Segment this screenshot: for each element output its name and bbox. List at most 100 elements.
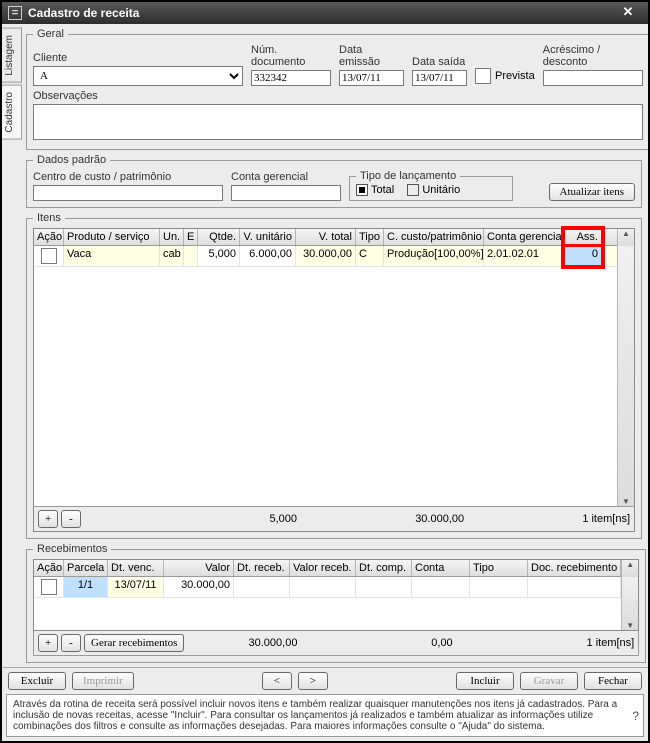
col-produto[interactable]: Produto / serviço (64, 229, 160, 245)
legend-receb: Recebimentos (33, 543, 111, 555)
add-item-button[interactable]: + (38, 510, 58, 528)
cliente-select[interactable]: A (33, 66, 243, 86)
remove-item-button[interactable]: - (61, 510, 81, 528)
col-ass[interactable]: Ass. (564, 229, 602, 245)
gravar-button[interactable]: Gravar (520, 672, 578, 690)
saida-input[interactable] (412, 70, 467, 86)
remove-receb-button[interactable]: - (61, 634, 81, 652)
close-icon[interactable]: ✕ (614, 5, 642, 21)
rcol-valor[interactable]: Valor (164, 560, 234, 576)
help-icon[interactable]: ? (632, 709, 639, 723)
cell-produto[interactable]: Vaca (64, 246, 160, 266)
cell-qtde[interactable]: 5,000 (198, 246, 240, 266)
label-saida: Data saída (412, 56, 467, 68)
sum-qtde: 5,000 (247, 513, 297, 525)
excluir-button[interactable]: Excluir (8, 672, 66, 690)
sum-total: 30.000,00 (300, 513, 579, 525)
centro-input[interactable] (33, 185, 223, 201)
rcol-tipo[interactable]: Tipo (470, 560, 528, 576)
help-text: Através da rotina de receita será possív… (13, 699, 617, 732)
rcell-parcela[interactable]: 1/1 (64, 577, 108, 597)
receb-sum-total: 30.000,00 (187, 637, 297, 649)
group-dados: Dados padrão Centro de custo / patrimôni… (26, 154, 642, 208)
window-title: Cadastro de receita (28, 6, 139, 20)
tab-cadastro[interactable]: Cadastro (2, 85, 22, 140)
itens-grid: Ação Produto / serviço Un. E Qtde. V. un… (33, 228, 635, 532)
col-tipo[interactable]: Tipo (356, 229, 384, 245)
imprimir-button[interactable]: Imprimir (72, 672, 134, 690)
window: = Cadastro de receita ✕ Listagem Cadastr… (0, 0, 650, 743)
titlebar[interactable]: = Cadastro de receita ✕ (2, 2, 648, 24)
cell-ass[interactable]: 0 (564, 246, 602, 266)
numdoc-input[interactable] (251, 70, 331, 86)
help-panel: Através da rotina de receita será possív… (6, 694, 644, 737)
col-acao[interactable]: Ação (34, 229, 64, 245)
next-button[interactable]: > (298, 672, 328, 690)
col-vtotal[interactable]: V. total (296, 229, 356, 245)
cell-e (184, 246, 198, 266)
label-obs: Observações (33, 90, 643, 102)
itens-scrollbar[interactable]: ▼ (617, 246, 634, 506)
radio-unitario[interactable]: Unitário (407, 184, 460, 196)
label-prevista: Prevista (495, 70, 535, 82)
col-ccusto[interactable]: C. custo/patrimônio (384, 229, 484, 245)
cell-vtotal: 30.000,00 (296, 246, 356, 266)
prevista-checkbox[interactable] (475, 68, 491, 84)
col-un[interactable]: Un. (160, 229, 184, 245)
acrescimo-input[interactable] (543, 70, 643, 86)
group-itens: Itens Ação Produto / serviço Un. E Qtde.… (26, 212, 642, 539)
label-centro: Centro de custo / patrimônio (33, 171, 223, 183)
rcol-dtcomp[interactable]: Dt. comp. (356, 560, 412, 576)
legend-itens: Itens (33, 212, 65, 224)
legend-dados: Dados padrão (33, 154, 110, 166)
rcol-dtvenc[interactable]: Dt. venc. (108, 560, 164, 576)
scroll-up-icon[interactable]: ▲ (617, 229, 634, 246)
col-qtde[interactable]: Qtde. (198, 229, 240, 245)
rcol-conta[interactable]: Conta (412, 560, 470, 576)
cell-cgerencial[interactable]: 2.01.02.01 (484, 246, 564, 266)
emissao-input[interactable] (339, 70, 404, 86)
col-e[interactable]: E (184, 229, 198, 245)
system-menu-icon[interactable]: = (8, 6, 22, 20)
cell-un: cab (160, 246, 184, 266)
group-geral: Geral Cliente A Núm. documento Data emis… (26, 28, 648, 150)
rcol-docreceb[interactable]: Doc. recebimento (528, 560, 621, 576)
obs-textarea[interactable] (33, 104, 643, 140)
receb-count: 1 item[ns] (587, 637, 635, 649)
legend-geral: Geral (33, 28, 68, 40)
rcol-dtreceb[interactable]: Dt. receb. (234, 560, 290, 576)
receb-row[interactable]: 1/1 13/07/11 30.000,00 (34, 577, 621, 598)
cgerencial-input[interactable] (231, 185, 341, 201)
rcol-parcela[interactable]: Parcela (64, 560, 108, 576)
fechar-button[interactable]: Fechar (584, 672, 642, 690)
item-row[interactable]: Vaca cab 5,000 6.000,00 30.000,00 C Prod… (34, 246, 617, 267)
prev-button[interactable]: < (262, 672, 292, 690)
rcell-dtvenc[interactable]: 13/07/11 (108, 577, 164, 597)
row-checkbox[interactable] (41, 248, 57, 264)
item-count: 1 item[ns] (582, 513, 630, 525)
incluir-button[interactable]: Incluir (456, 672, 514, 690)
tab-listagem[interactable]: Listagem (2, 28, 22, 83)
action-bar: Excluir Imprimir < > Incluir Gravar Fech… (2, 667, 648, 694)
rcell-valor[interactable]: 30.000,00 (164, 577, 234, 597)
label-acrescimo: Acréscimo / desconto (543, 44, 643, 68)
label-emissao: Data emissão (339, 44, 404, 68)
label-cliente: Cliente (33, 52, 243, 64)
gerar-receb-button[interactable]: Gerar recebimentos (84, 634, 184, 652)
label-cgerencial: Conta gerencial (231, 171, 341, 183)
col-vunit[interactable]: V. unitário (240, 229, 296, 245)
cell-ccusto[interactable]: Produção[100,00%] (384, 246, 484, 266)
atualizar-itens-button[interactable]: Atualizar itens (549, 183, 635, 201)
radio-total[interactable]: Total (356, 184, 394, 196)
receb-grid: Ação Parcela Dt. venc. Valor Dt. receb. … (33, 559, 639, 631)
rcol-valorreceb[interactable]: Valor receb. (290, 560, 356, 576)
receb-row-checkbox[interactable] (41, 579, 57, 595)
receb-scroll-up-icon[interactable]: ▲ (621, 560, 638, 577)
rcol-acao[interactable]: Ação (34, 560, 64, 576)
cell-vunit[interactable]: 6.000,00 (240, 246, 296, 266)
add-receb-button[interactable]: + (38, 634, 58, 652)
group-recebimentos: Recebimentos Ação Parcela Dt. venc. Valo… (26, 543, 646, 663)
col-cgerencial[interactable]: Conta gerencial (484, 229, 564, 245)
label-numdoc: Núm. documento (251, 44, 331, 68)
receb-scrollbar[interactable]: ▼ (621, 577, 638, 630)
